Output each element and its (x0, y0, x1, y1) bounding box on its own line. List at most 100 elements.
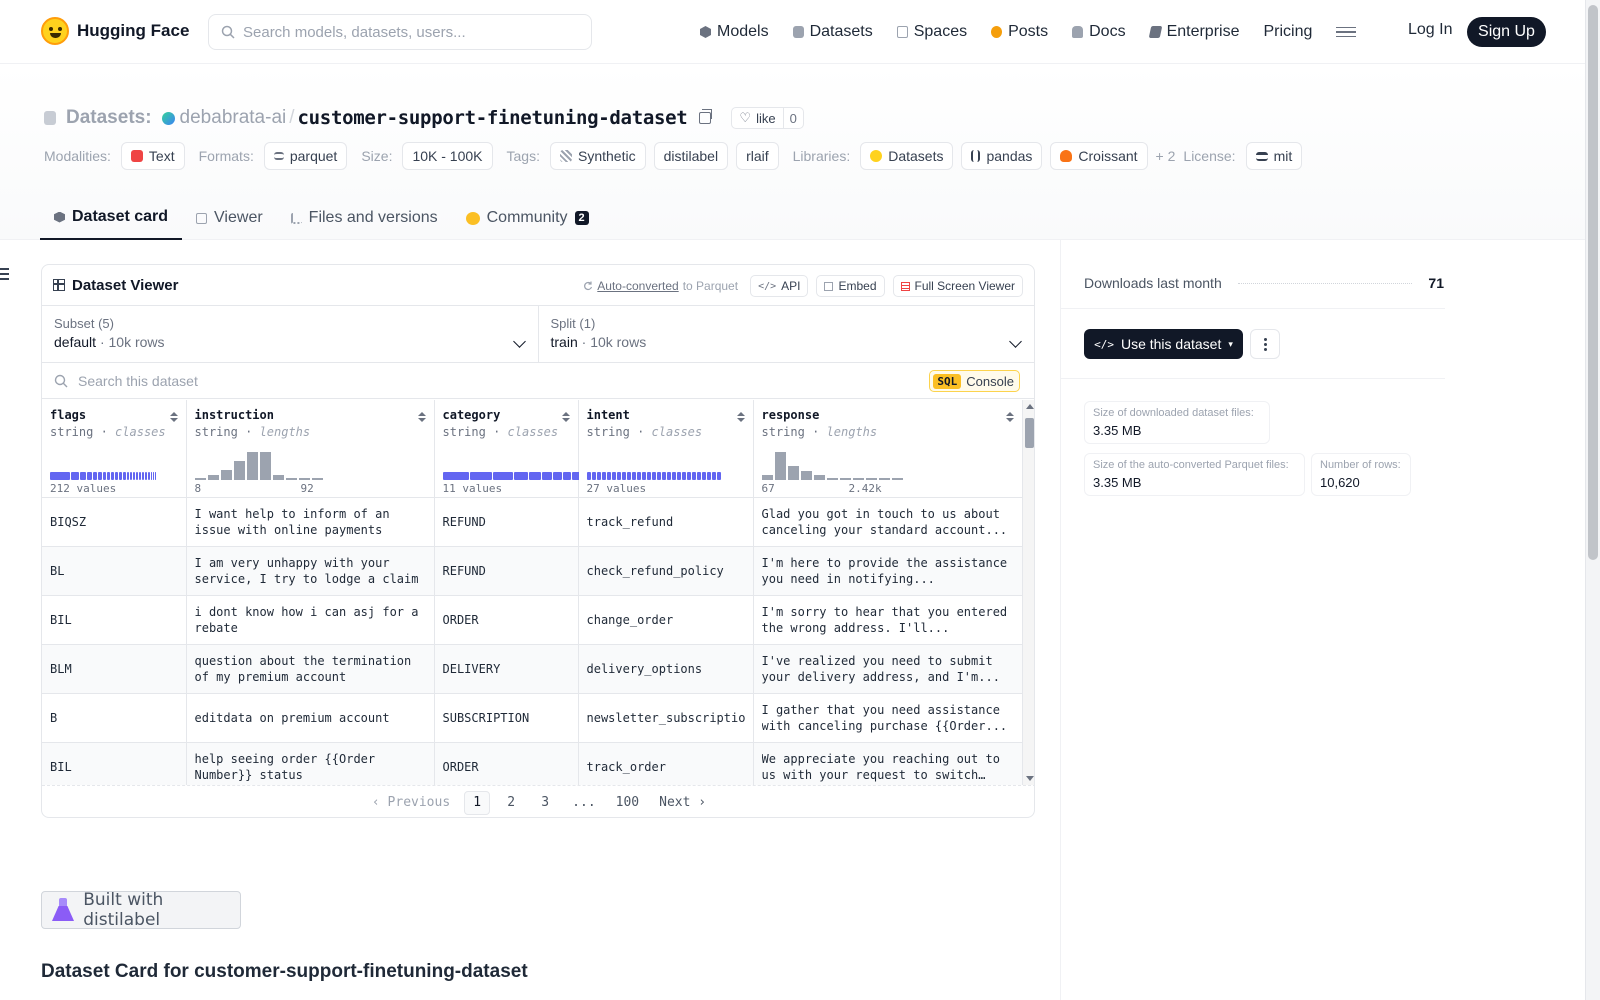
class-bar-segment[interactable] (601, 472, 606, 480)
cell-instruction[interactable]: I am very unhappy with your service, I t… (186, 546, 435, 596)
built-with-distilabel-badge[interactable]: Built with distilabel (41, 890, 241, 930)
class-bar-segment[interactable] (130, 472, 132, 480)
class-bar-segment[interactable] (442, 472, 469, 480)
nav-datasets[interactable]: Datasets (792, 23, 873, 41)
class-bar-segment[interactable] (641, 472, 646, 480)
cell-instruction[interactable]: question about the termination of my pre… (186, 644, 435, 694)
page-scrollbar[interactable] (1585, 0, 1600, 1000)
class-bar-segment[interactable] (681, 472, 686, 480)
use-this-dataset-button[interactable]: </> Use this dataset ▾ (1084, 329, 1243, 359)
histogram-bar[interactable] (813, 475, 825, 480)
class-bar-segment[interactable] (93, 472, 97, 480)
class-bar-segment[interactable] (552, 472, 562, 480)
class-bar-segment[interactable] (626, 472, 631, 480)
histogram-bar[interactable] (826, 478, 838, 480)
cell-flags[interactable]: BIQSZ (42, 497, 187, 547)
class-bar-segment[interactable] (616, 472, 621, 480)
table-scroll-thumb[interactable] (1025, 418, 1034, 448)
cell-category[interactable]: REFUND (434, 497, 579, 547)
class-bar-segment[interactable] (621, 472, 626, 480)
scroll-up-icon[interactable] (1026, 404, 1034, 409)
fullscreen-button[interactable]: Full Screen Viewer (892, 275, 1023, 297)
class-bar-segment[interactable] (671, 472, 676, 480)
sort-icon[interactable] (1006, 412, 1014, 422)
class-bar-segment[interactable] (528, 472, 541, 480)
nav-pricing[interactable]: Pricing (1263, 23, 1312, 41)
class-bar-segment[interactable] (107, 472, 110, 480)
col-header-instruction[interactable]: instruction string · lengths 8 92 (186, 400, 435, 498)
tab-viewer[interactable]: Viewer (182, 196, 277, 240)
signup-button[interactable]: Sign Up (1467, 17, 1546, 47)
class-bar-segment[interactable] (716, 472, 721, 480)
sidebar-toggle-icon[interactable] (0, 268, 9, 280)
histogram-bar[interactable] (259, 452, 271, 480)
tag-lib-pandas[interactable]: pandas (961, 142, 1043, 170)
histogram-bar[interactable] (839, 478, 851, 480)
page-1-button[interactable]: 1 (464, 790, 491, 815)
table-row[interactable]: BIQSZ I want help to inform of an issue w… (42, 497, 1022, 547)
class-bar-segment[interactable] (103, 472, 106, 480)
tag-rlaif[interactable]: rlaif (736, 142, 779, 170)
cell-flags[interactable]: B (42, 693, 187, 743)
class-bar-segment[interactable] (136, 472, 138, 480)
cell-response[interactable]: I'm sorry to hear that you entered the w… (753, 595, 1022, 645)
histogram-bar[interactable] (298, 478, 310, 480)
cell-category[interactable]: DELIVERY (434, 644, 579, 694)
class-bar-segment[interactable] (151, 472, 152, 480)
scroll-down-icon[interactable] (1026, 776, 1034, 781)
more-options-button[interactable] (1250, 329, 1280, 359)
login-link[interactable]: Log In (1408, 21, 1452, 39)
table-row[interactable]: BLM question about the termination of my … (42, 644, 1022, 694)
histogram-bar[interactable] (207, 475, 219, 480)
histogram-bar[interactable] (865, 478, 877, 480)
sort-icon[interactable] (561, 412, 570, 422)
sort-icon[interactable] (169, 412, 178, 422)
cell-intent[interactable]: track_refund (578, 497, 754, 547)
tag-size[interactable]: 10K - 100K (402, 142, 493, 170)
class-bar-segment[interactable] (691, 472, 696, 480)
cell-instruction[interactable]: I want help to inform of an issue with o… (186, 497, 435, 547)
table-row[interactable]: BL I am very unhappy with your service, I… (42, 546, 1022, 596)
next-page-button[interactable]: Next › (653, 791, 712, 815)
class-bar-segment[interactable] (611, 472, 616, 480)
cell-instruction[interactable]: i dont know how i can asj for a rebate (186, 595, 435, 645)
table-row[interactable]: BIL i dont know how i can asj for a rebat… (42, 595, 1022, 645)
class-bar-segment[interactable] (133, 472, 135, 480)
tag-modality-text[interactable]: Text (120, 142, 185, 170)
cell-intent[interactable]: delivery_options (578, 644, 754, 694)
page-2-button[interactable]: 2 (498, 791, 524, 815)
col-header-category[interactable]: category string · classes 11 values (434, 400, 595, 498)
histogram-bar[interactable] (285, 478, 297, 480)
sort-icon[interactable] (417, 412, 426, 422)
length-histogram[interactable] (761, 448, 903, 480)
class-bar-segment[interactable] (145, 472, 147, 480)
cell-intent[interactable]: newsletter_subscription (578, 693, 754, 743)
histogram-bar[interactable] (878, 478, 890, 480)
class-bar-segment[interactable] (139, 472, 141, 480)
cell-response[interactable]: I'm here to provide the assistance you n… (753, 546, 1022, 596)
class-bar-segment[interactable] (469, 472, 492, 480)
histogram-bar[interactable] (761, 475, 773, 480)
class-distribution-bar[interactable] (586, 472, 721, 480)
like-count[interactable]: 0 (784, 111, 803, 126)
nav-models[interactable]: Models (700, 23, 769, 41)
class-bar-segment[interactable] (123, 472, 126, 480)
class-bar-segment[interactable] (711, 472, 716, 480)
class-bar-segment[interactable] (80, 472, 86, 480)
class-bar-segment[interactable] (127, 472, 129, 480)
class-distribution-bar[interactable] (442, 472, 595, 480)
histogram-bar[interactable] (800, 471, 812, 480)
class-distribution-bar[interactable] (50, 472, 156, 480)
class-bar-segment[interactable] (513, 472, 528, 480)
table-scrollbar[interactable] (1022, 400, 1034, 785)
prev-page-button[interactable]: ‹ Previous (366, 791, 456, 815)
class-bar-segment[interactable] (651, 472, 656, 480)
class-bar-segment[interactable] (115, 472, 118, 480)
sql-console-button[interactable]: SQL Console (929, 370, 1020, 392)
col-header-response[interactable]: response string · lengths 67 2.42k (753, 400, 1022, 498)
histogram-bar[interactable] (852, 478, 864, 480)
class-bar-segment[interactable] (706, 472, 711, 480)
subset-select[interactable]: Subset (5) default · 10k rows (42, 306, 538, 362)
dataset-name[interactable]: customer-support-finetuning-dataset (298, 107, 688, 129)
class-bar-segment[interactable] (98, 472, 102, 480)
